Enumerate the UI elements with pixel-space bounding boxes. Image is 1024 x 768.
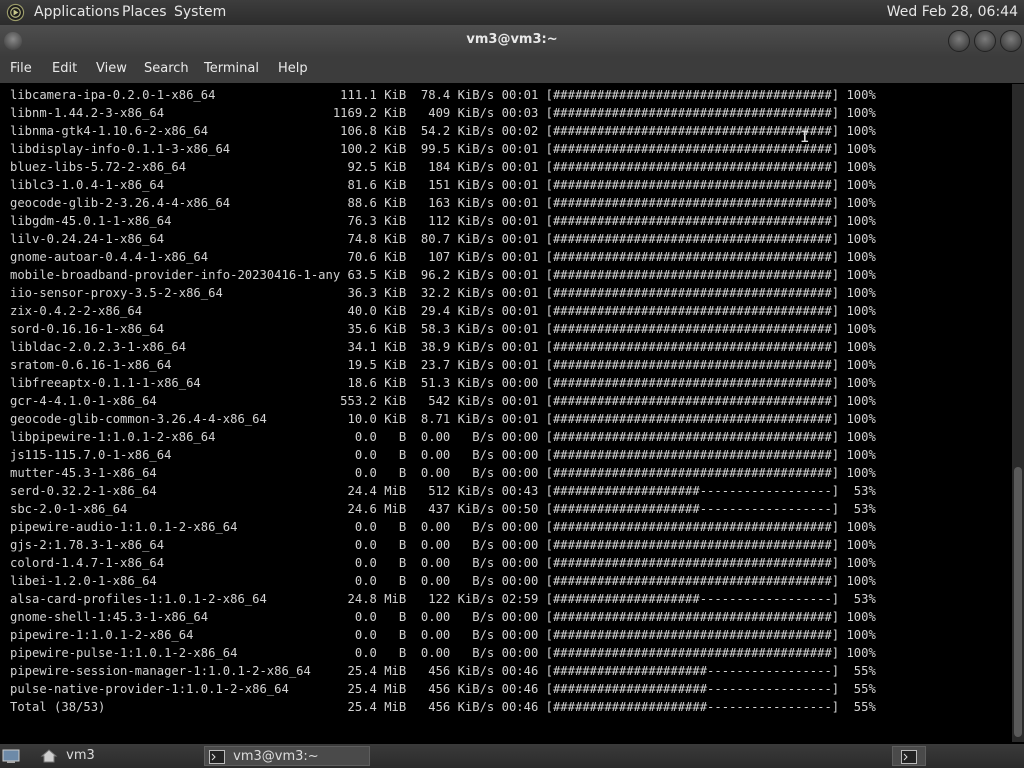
terminal-line: libei-1.2.0-1-x86_64 0.0 B 0.00 B/s 00:0… <box>10 574 876 588</box>
show-desktop-icon <box>2 749 20 763</box>
terminal-line: libpipewire-1:1.0.1-2-x86_64 0.0 B 0.00 … <box>10 430 876 444</box>
terminal-line: gjs-2:1.78.3-1-x86_64 0.0 B 0.00 B/s 00:… <box>10 538 876 552</box>
system-menu[interactable]: System <box>174 4 226 21</box>
terminal-line: mobile-broadband-provider-info-20230416-… <box>10 268 876 282</box>
terminal-line: lilv-0.24.24-1-x86_64 74.8 KiB 80.7 KiB/… <box>10 232 876 246</box>
window-titlebar[interactable]: vm3@vm3:~ <box>0 25 1024 57</box>
taskbar-terminal-window[interactable]: vm3@vm3:~ <box>204 746 370 766</box>
terminal-line: Total (38/53) 25.4 MiB 456 KiB/s 00:46 [… <box>10 700 876 714</box>
terminal-line: bluez-libs-5.72-2-x86_64 92.5 KiB 184 Ki… <box>10 160 876 174</box>
panel-clock[interactable]: Wed Feb 28, 06:44 <box>887 4 1018 21</box>
terminal-line: libfreeaptx-0.1.1-1-x86_64 18.6 KiB 51.3… <box>10 376 876 390</box>
terminal-line: js115-115.7.0-1-x86_64 0.0 B 0.00 B/s 00… <box>10 448 876 462</box>
menu-view[interactable]: View <box>96 61 127 76</box>
show-desktop-button[interactable] <box>2 746 22 766</box>
minimize-button[interactable] <box>948 30 970 52</box>
terminal-line: libgdm-45.0.1-1-x86_64 76.3 KiB 112 KiB/… <box>10 214 876 228</box>
terminal-line: sbc-2.0-1-x86_64 24.6 MiB 437 KiB/s 00:5… <box>10 502 876 516</box>
places-menu[interactable]: Places <box>122 4 167 21</box>
maximize-button[interactable] <box>974 30 996 52</box>
terminal-line: geocode-glib-common-3.26.4-4-x86_64 10.0… <box>10 412 876 426</box>
terminal-line: pipewire-pulse-1:1.0.1-2-x86_64 0.0 B 0.… <box>10 646 876 660</box>
foresight-logo-icon[interactable] <box>6 3 25 22</box>
menu-help[interactable]: Help <box>278 61 308 76</box>
terminal-line: gcr-4-4.1.0-1-x86_64 553.2 KiB 542 KiB/s… <box>10 394 876 408</box>
terminal-line: sord-0.16.16-1-x86_64 35.6 KiB 58.3 KiB/… <box>10 322 876 336</box>
terminal-line: pipewire-1:1.0.1-2-x86_64 0.0 B 0.00 B/s… <box>10 628 876 642</box>
taskbar-terminal-label: vm3@vm3:~ <box>233 749 319 764</box>
menu-file[interactable]: File <box>10 61 32 76</box>
terminal-line: alsa-card-profiles-1:1.0.1-2-x86_64 24.8… <box>10 592 876 606</box>
terminal-line: libdisplay-info-0.1.1-3-x86_64 100.2 KiB… <box>10 142 876 156</box>
terminal-scrollbar[interactable] <box>1012 84 1024 742</box>
terminal-line: pulse-native-provider-1:1.0.1-2-x86_64 2… <box>10 682 876 696</box>
terminal-line: libldac-2.0.2.3-1-x86_64 34.1 KiB 38.9 K… <box>10 340 876 354</box>
terminal-line: libcamera-ipa-0.2.0-1-x86_64 111.1 KiB 7… <box>10 88 876 102</box>
close-button[interactable] <box>1000 30 1022 52</box>
window-title: vm3@vm3:~ <box>466 32 558 47</box>
terminal-icon <box>901 749 917 764</box>
top-panel: Applications Places System Wed Feb 28, 0… <box>0 0 1024 25</box>
menu-terminal[interactable]: Terminal <box>204 61 259 76</box>
home-folder-icon <box>40 748 58 762</box>
terminal-line: geocode-glib-2-3.26.4-4-x86_64 88.6 KiB … <box>10 196 876 210</box>
terminal-line: pipewire-session-manager-1:1.0.1-2-x86_6… <box>10 664 876 678</box>
terminal-line: serd-0.32.2-1-x86_64 24.4 MiB 512 KiB/s … <box>10 484 876 498</box>
terminal-line: gnome-autoar-0.4.4-1-x86_64 70.6 KiB 107… <box>10 250 876 264</box>
terminal-line: pipewire-audio-1:1.0.1-2-x86_64 0.0 B 0.… <box>10 520 876 534</box>
ibeam-cursor-icon: I <box>800 127 810 146</box>
terminal-line: sratom-0.6.16-1-x86_64 19.5 KiB 23.7 KiB… <box>10 358 876 372</box>
menu-edit[interactable]: Edit <box>52 61 77 76</box>
scrollbar-thumb[interactable] <box>1014 467 1022 737</box>
terminal-line: liblc3-1.0.4-1-x86_64 81.6 KiB 151 KiB/s… <box>10 178 876 192</box>
workspace-switcher[interactable]: vm3 <box>38 746 188 766</box>
bottom-panel: vm3 vm3@vm3:~ <box>0 744 1024 768</box>
terminal-icon <box>209 749 225 764</box>
terminal-line: mutter-45.3-1-x86_64 0.0 B 0.00 B/s 00:0… <box>10 466 876 480</box>
workspace-label: vm3 <box>66 748 95 763</box>
terminal-line: zix-0.4.2-2-x86_64 40.0 KiB 29.4 KiB/s 0… <box>10 304 876 318</box>
terminal-line: libnma-gtk4-1.10.6-2-x86_64 106.8 KiB 54… <box>10 124 876 138</box>
terminal-output[interactable]: libcamera-ipa-0.2.0-1-x86_64 111.1 KiB 7… <box>4 84 1012 742</box>
terminal-line: iio-sensor-proxy-3.5-2-x86_64 36.3 KiB 3… <box>10 286 876 300</box>
terminal-line: colord-1.4.7-1-x86_64 0.0 B 0.00 B/s 00:… <box>10 556 876 570</box>
terminal-line: libnm-1.44.2-3-x86_64 1169.2 KiB 409 KiB… <box>10 106 876 120</box>
tray-terminal-launcher[interactable] <box>892 746 926 766</box>
terminal-line: gnome-shell-1:45.3-1-x86_64 0.0 B 0.00 B… <box>10 610 876 624</box>
menu-search[interactable]: Search <box>144 61 189 76</box>
applications-menu[interactable]: Applications <box>34 4 120 21</box>
menubar: File Edit View Search Terminal Help <box>0 57 1024 83</box>
